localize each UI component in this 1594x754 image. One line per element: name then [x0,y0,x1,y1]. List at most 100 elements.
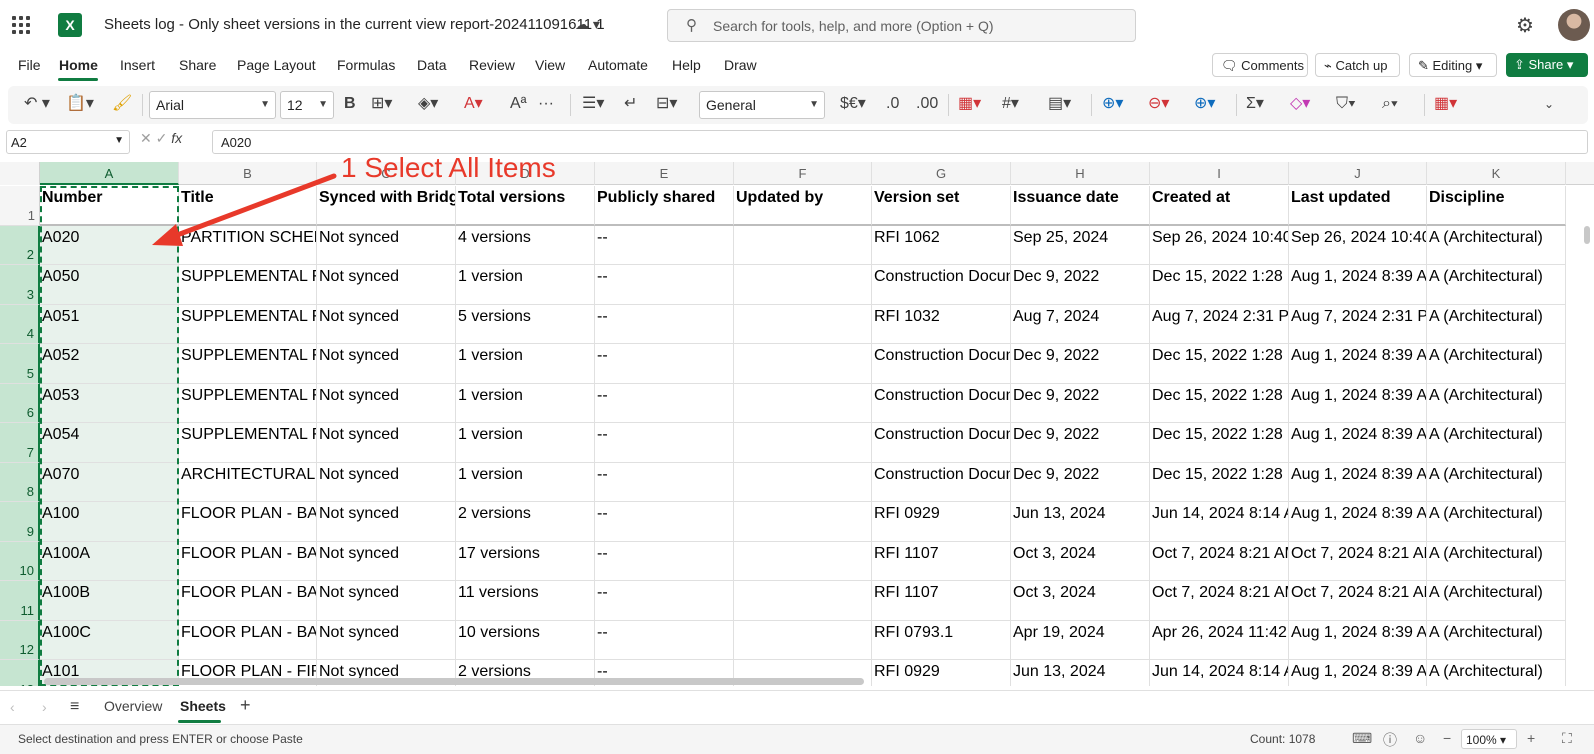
table-cell[interactable]: Construction Documents [872,384,1011,423]
row-header-10[interactable]: 10 [0,542,40,581]
menu-help[interactable]: Help [672,57,701,73]
borders-icon[interactable]: ⊞▾ [371,93,392,115]
table-cell[interactable]: -- [595,463,734,502]
row-header-3[interactable]: 3 [0,265,40,305]
table-cell[interactable] [734,423,872,463]
table-cell[interactable]: Oct 3, 2024 [1011,581,1150,621]
table-cell[interactable]: Construction Documents [872,265,1011,305]
table-cell[interactable]: Construction Documents [872,344,1011,384]
table-cell[interactable]: SUPPLEMENTAL F [179,344,317,384]
menu-formulas[interactable]: Formulas [337,57,395,73]
zoom-in-icon[interactable]: + [1527,730,1535,746]
table-cell[interactable]: -- [595,265,734,305]
header-cell[interactable]: Updated by [734,186,872,226]
table-cell[interactable]: A100A [40,542,179,581]
table-cell[interactable]: SUPPLEMENTAL F [179,265,317,305]
table-cell[interactable]: Aug 7, 2024 2:31 P [1289,305,1427,344]
table-cell[interactable]: Aug 1, 2024 8:39 A [1289,660,1427,686]
merge-icon[interactable]: ⊟▾ [656,93,677,115]
table-cell[interactable]: Not synced [317,502,456,542]
column-header-e[interactable]: E [595,162,734,185]
feedback-icon[interactable]: ☺ [1413,730,1427,746]
table-cell[interactable]: Oct 7, 2024 8:21 AM [1150,581,1289,621]
ribbon-expand-icon[interactable]: ⌄ [1544,93,1554,115]
increase-decimal-icon[interactable]: .0 [886,93,899,115]
table-cell[interactable]: Construction Documents [872,423,1011,463]
table-cell[interactable]: ARCHITECTURAL [179,463,317,502]
align-icon[interactable]: ☰▾ [582,93,604,115]
header-cell[interactable]: Title [179,186,317,226]
header-cell[interactable]: Publicly shared [595,186,734,226]
font-size-up-icon[interactable]: Aª [510,93,527,115]
table-cell[interactable]: -- [595,542,734,581]
table-cell[interactable]: 2 versions [456,502,595,542]
table-cell[interactable]: RFI 1107 [872,542,1011,581]
number-format-select[interactable]: General ▼ [699,91,825,119]
delete-cells-icon[interactable]: ⊖▾ [1148,93,1169,115]
table-cell[interactable]: Dec 15, 2022 1:28 [1150,463,1289,502]
table-cell[interactable] [734,621,872,660]
table-cell[interactable]: A (Architectural) [1427,344,1566,384]
select-all-corner[interactable] [0,162,40,185]
header-cell[interactable]: Version set [872,186,1011,226]
column-header-f[interactable]: F [734,162,872,185]
table-cell[interactable]: Not synced [317,226,456,265]
table-cell[interactable]: RFI 0929 [872,660,1011,686]
table-cell[interactable] [734,305,872,344]
table-cell[interactable]: Apr 19, 2024 [1011,621,1150,660]
search-input[interactable]: Search for tools, help, and more (Option… [713,18,994,34]
table-cell[interactable]: Aug 1, 2024 8:39 A [1289,463,1427,502]
menu-page-layout[interactable]: Page Layout [237,57,316,73]
table-cell[interactable]: Not synced [317,463,456,502]
avatar[interactable] [1558,9,1590,41]
table-cell[interactable]: Oct 7, 2024 8:21 AM [1289,542,1427,581]
table-cell[interactable]: 1 version [456,463,595,502]
row-header-9[interactable]: 9 [0,502,40,542]
header-cell[interactable]: Created at [1150,186,1289,226]
table-cell[interactable]: FLOOR PLAN - BA [179,502,317,542]
table-cell[interactable] [734,344,872,384]
table-cell[interactable]: A052 [40,344,179,384]
table-cell[interactable]: Aug 1, 2024 8:39 A [1289,344,1427,384]
table-cell[interactable]: Construction Documents [872,463,1011,502]
table-cell[interactable] [734,581,872,621]
font-color-icon[interactable]: A▾ [464,93,483,115]
table-cell[interactable]: A (Architectural) [1427,502,1566,542]
table-cell[interactable]: -- [595,621,734,660]
table-cell[interactable]: PARTITION SCHEDULE [179,226,317,265]
table-cell[interactable]: A070 [40,463,179,502]
eraser-icon[interactable]: ◇▾ [1290,93,1310,115]
table-cell[interactable]: Apr 26, 2024 11:42 [1150,621,1289,660]
share-button[interactable]: ⇪ Share ▾ [1506,53,1588,77]
table-cell[interactable]: -- [595,423,734,463]
table-cell[interactable]: Jun 14, 2024 8:14 A [1150,502,1289,542]
sheet-list-icon[interactable]: ≡ [70,698,79,716]
paste-icon[interactable]: 📋▾ [66,93,94,115]
menu-home[interactable]: Home [59,57,98,73]
table-cell[interactable]: Not synced [317,423,456,463]
table-cell[interactable]: Aug 7, 2024 [1011,305,1150,344]
status-count[interactable]: Count: 1078 [1250,732,1315,746]
table-cell[interactable]: SUPPLEMENTAL F [179,423,317,463]
table-cell[interactable]: 1 version [456,344,595,384]
font-name-select[interactable]: Arial ▼ [149,91,276,119]
table-cell[interactable]: SUPPLEMENTAL F [179,305,317,344]
undo-icon[interactable]: ↶ ▾ [24,93,50,115]
table-cell[interactable]: Not synced [317,384,456,423]
table-cell[interactable]: -- [595,384,734,423]
table-cell[interactable]: Not synced [317,581,456,621]
font-size-select[interactable]: 12 ▼ [280,91,334,119]
table-cell[interactable]: Not synced [317,621,456,660]
gear-icon[interactable]: ⚙ [1516,13,1534,38]
table-cell[interactable]: 11 versions [456,581,595,621]
table-cell[interactable]: Dec 15, 2022 1:28 [1150,265,1289,305]
table-cell[interactable]: Jun 14, 2024 8:14 A [1150,660,1289,686]
table-cell[interactable]: Aug 1, 2024 8:39 A [1289,502,1427,542]
table-cell[interactable]: A100C [40,621,179,660]
table-cell[interactable]: Oct 7, 2024 8:21 AM [1289,581,1427,621]
table-cell[interactable]: RFI 1062 [872,226,1011,265]
row-header-13[interactable]: 13 [0,660,40,686]
table-cell[interactable]: Dec 9, 2022 [1011,344,1150,384]
table-cell[interactable]: Oct 3, 2024 [1011,542,1150,581]
table-cell[interactable]: SUPPLEMENTAL F [179,384,317,423]
